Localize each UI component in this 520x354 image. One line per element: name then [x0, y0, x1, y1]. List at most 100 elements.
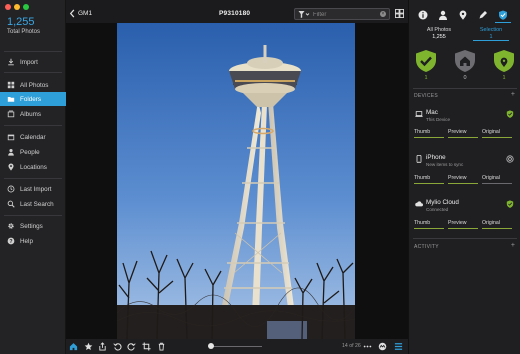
mac-preview-button[interactable]: Preview — [448, 129, 478, 138]
mylio-logo-icon[interactable] — [378, 342, 387, 351]
rotate-right-icon[interactable] — [127, 342, 136, 351]
grid-view-icon[interactable] — [395, 9, 404, 18]
sidebar-item-calendar[interactable]: Calendar — [0, 130, 66, 144]
pin-shield-count: 1 — [502, 75, 506, 81]
iphone-original-button[interactable]: Original — [482, 175, 512, 184]
grid-icon — [7, 81, 15, 89]
calendar-icon — [7, 133, 15, 141]
iphone-thumb-button[interactable]: Thumb — [414, 175, 444, 184]
pin-shield-icon[interactable] — [493, 49, 515, 73]
check-shield-count: 1 — [424, 75, 428, 81]
zoom-slider-handle[interactable] — [208, 343, 214, 349]
total-photos-count: 1,255 — [7, 16, 35, 28]
divider — [413, 238, 517, 239]
viewer-toolbar: GM1 P9310180 × — [66, 5, 408, 23]
mac-original-button[interactable]: Original — [482, 129, 512, 138]
history-icon — [7, 185, 15, 193]
share-icon[interactable] — [98, 342, 107, 351]
device-sync-pending-icon — [506, 155, 514, 163]
divider — [4, 72, 62, 73]
chevron-left-icon — [69, 9, 75, 18]
sidebar-item-label: Settings — [20, 222, 43, 230]
device-subtitle-cloud: Connected — [426, 207, 449, 212]
sidebar-item-folders[interactable]: Folders — [0, 92, 66, 106]
all-photos-stat[interactable]: All Photos 1,255 — [421, 27, 457, 40]
divider — [4, 125, 62, 126]
crop-icon[interactable] — [142, 342, 151, 351]
edit-icon[interactable] — [478, 10, 488, 20]
home-shield-count: 0 — [463, 75, 467, 81]
filter-input[interactable] — [313, 10, 377, 19]
cloud-preview-button[interactable]: Preview — [448, 220, 478, 229]
person-icon — [7, 148, 15, 156]
clear-filter-icon[interactable]: × — [380, 11, 386, 17]
sidebar-item-label: Locations — [20, 163, 47, 171]
sidebar-item-label: Albums — [20, 110, 41, 118]
info-panel: All Photos 1,255 Selection 1 1 0 1 DEVIC… — [408, 0, 520, 354]
activity-header[interactable]: ACTIVITY — [414, 244, 439, 250]
expand-activity-button[interactable]: + — [511, 242, 515, 249]
cloud-original-button[interactable]: Original — [482, 220, 512, 229]
rotate-left-icon[interactable] — [113, 342, 122, 351]
sidebar-item-label: Help — [20, 237, 33, 245]
divider — [4, 51, 62, 52]
check-shield-icon[interactable] — [415, 49, 437, 73]
photo-viewer[interactable] — [66, 23, 408, 339]
active-tab-indicator — [495, 22, 511, 23]
home-shield-icon[interactable] — [454, 49, 476, 73]
sidebar-item-settings[interactable]: Settings — [0, 219, 66, 233]
phone-icon — [416, 155, 422, 163]
pin-icon — [7, 163, 15, 171]
folder-icon — [7, 95, 15, 103]
minimize-window-button[interactable] — [14, 4, 20, 10]
viewer-bottom-bar: 14 of 26 — [66, 339, 408, 354]
device-name-mac: Mac — [426, 109, 438, 116]
add-device-button[interactable]: + — [511, 91, 515, 98]
sidebar-item-albums[interactable]: Albums — [0, 107, 66, 121]
zoom-slider-track[interactable] — [210, 346, 262, 347]
sidebar-item-label: Calendar — [20, 133, 46, 141]
mac-thumb-button[interactable]: Thumb — [414, 129, 444, 138]
filter-field[interactable]: × — [294, 8, 390, 20]
people-tag-icon[interactable] — [438, 10, 448, 20]
cloud-thumb-button[interactable]: Thumb — [414, 220, 444, 229]
device-protected-shield-icon — [506, 200, 514, 208]
selection-stat[interactable]: Selection 1 — [473, 27, 509, 40]
close-window-button[interactable] — [5, 4, 11, 10]
location-icon[interactable] — [458, 10, 468, 20]
back-button[interactable] — [68, 8, 78, 20]
sidebar-item-all-photos[interactable]: All Photos — [0, 78, 66, 92]
sidebar-item-locations[interactable]: Locations — [0, 160, 66, 174]
sidebar-item-label: People — [20, 148, 40, 156]
zoom-window-button[interactable] — [23, 4, 29, 10]
sidebar-item-last-search[interactable]: Last Search — [0, 197, 66, 211]
sidebar-item-label: Last Search — [20, 200, 54, 208]
selection-underline — [473, 40, 509, 41]
device-subtitle-iphone: New items to sync — [426, 162, 464, 167]
sidebar-item-import[interactable]: Import — [0, 55, 66, 69]
device-name-cloud: Mylio Cloud — [426, 199, 459, 206]
total-photos-label: Total Photos — [7, 29, 41, 35]
protection-shield-icon[interactable] — [498, 10, 508, 20]
filter-icon[interactable] — [298, 10, 310, 19]
info-icon[interactable] — [418, 10, 428, 20]
window-controls — [5, 4, 29, 10]
divider — [413, 88, 517, 89]
more-icon[interactable] — [363, 342, 372, 351]
laptop-icon — [415, 111, 423, 117]
sidebar-item-help[interactable]: ? Help — [0, 234, 66, 248]
breadcrumb[interactable]: GM1 — [78, 10, 92, 17]
sidebar: 1,255 Total Photos Import All Photos Fol… — [0, 0, 66, 354]
sidebar-item-last-import[interactable]: Last Import — [0, 182, 66, 196]
device-protected-shield-icon — [506, 110, 514, 118]
device-name-iphone: iPhone — [426, 154, 446, 161]
import-icon — [7, 58, 15, 66]
info-panel-toggle-icon[interactable] — [394, 342, 403, 351]
trash-icon[interactable] — [157, 342, 166, 351]
sidebar-item-people[interactable]: People — [0, 145, 66, 159]
sidebar-item-label: All Photos — [20, 81, 49, 89]
devices-header: DEVICES — [414, 93, 439, 99]
star-icon[interactable] — [84, 342, 93, 351]
home-icon[interactable] — [69, 342, 78, 351]
iphone-preview-button[interactable]: Preview — [448, 175, 478, 184]
